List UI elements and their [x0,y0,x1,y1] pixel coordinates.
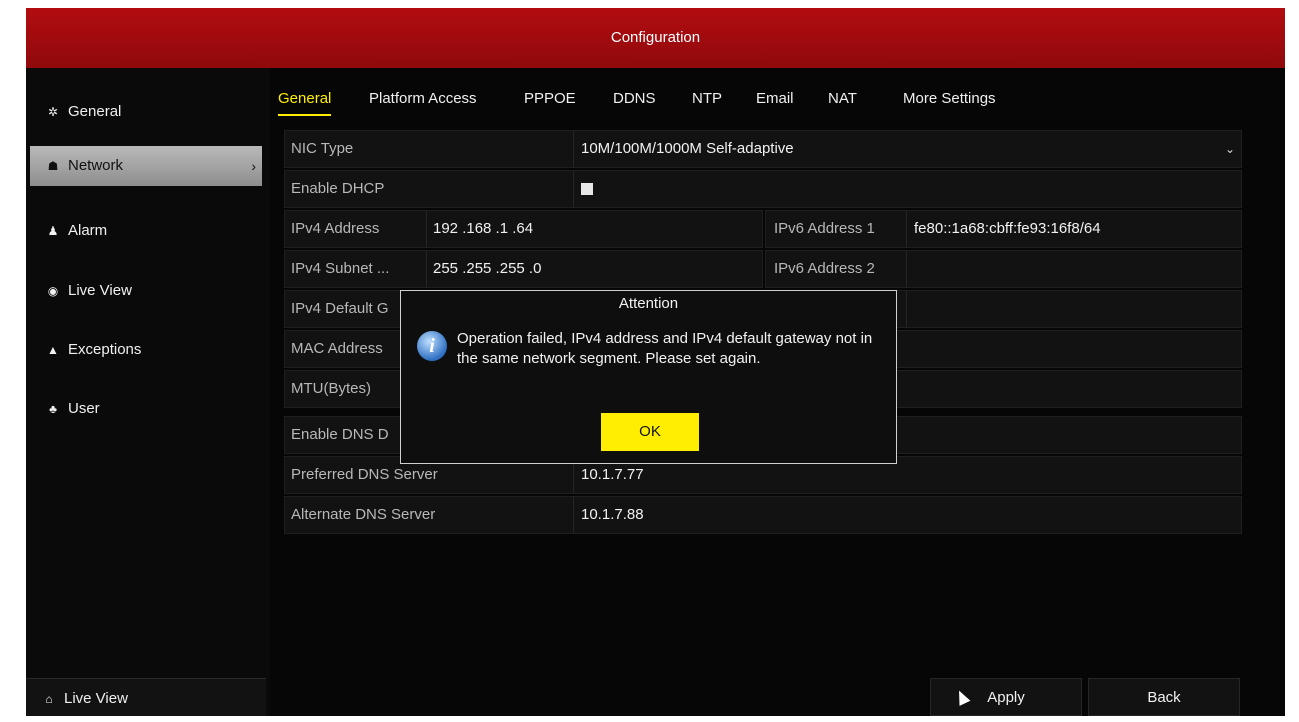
sidebar-item-label: User [68,400,100,417]
ipv4-address-field[interactable]: 192 .168 .1 .64 [433,211,533,247]
alternate-dns-label: Alternate DNS Server [291,506,436,523]
window-title: Configuration [26,8,1285,68]
live-view-link[interactable]: ⌂ Live View [26,679,258,716]
ipv6-address1-label: IPv6 Address 1 [774,220,875,237]
dialog-message: Operation failed, IPv4 address and IPv4 … [457,330,873,367]
nic-type-select[interactable]: 10M/100M/1000M Self-adaptive [581,131,794,167]
nic-type-label: NIC Type [291,140,354,157]
tab-platform-access[interactable]: Platform Access [369,84,477,114]
tab-ddns[interactable]: DDNS [613,84,656,114]
eye-icon: ◉ [47,284,59,298]
ipv6-address1-value: fe80::1a68:cbff:fe93:16f8/64 [914,220,1101,237]
dialog-title: Attention [618,295,679,312]
chevron-down-icon[interactable]: ⌄ [1225,131,1235,167]
ipv6-address1-row: IPv6 Address 1 fe80::1a68:cbff:fe93:16f8… [765,210,1242,248]
sidebar-item-exceptions[interactable]: ▲ Exceptions [30,330,262,370]
tab-pppoe[interactable]: PPPOE [524,84,576,114]
ipv6-address2-row: IPv6 Address 2 [765,250,1242,288]
mac-address-label: MAC Address [291,340,383,357]
ipv4-address-label: IPv4 Address [291,220,380,237]
sidebar-item-general[interactable]: ✲ General [30,92,262,132]
sidebar-item-live-view[interactable]: ◉ Live View [30,271,262,311]
users-icon: ♣ [49,402,57,416]
nic-type-row: NIC Type 10M/100M/1000M Self-adaptive ⌄ [284,130,1242,168]
chevron-right-icon: › [251,158,256,174]
back-button[interactable]: Back [1088,678,1240,716]
sidebar-item-user[interactable]: ♣ User [30,389,262,429]
sidebar-item-label: Exceptions [68,341,142,358]
tab-nat[interactable]: NAT [828,84,857,114]
ok-button[interactable]: OK [601,413,699,451]
ipv6-address2-label: IPv6 Address 2 [774,260,875,277]
alternate-dns-field[interactable]: 10.1.7.88 [581,497,644,533]
mtu-label: MTU(Bytes) [291,380,371,397]
apply-button[interactable]: Apply [930,678,1082,716]
warning-icon: ▲ [47,343,59,357]
sidebar-item-label: Alarm [68,222,108,239]
live-view-label: Live View [64,690,128,707]
home-icon: ⌂ [45,692,53,706]
enable-dhcp-row: Enable DHCP [284,170,1242,208]
alternate-dns-row: Alternate DNS Server 10.1.7.88 [284,496,1242,534]
ipv4-subnet-label: IPv4 Subnet ... [291,260,390,277]
sidebar-item-label: Live View [68,282,132,299]
info-icon: i [417,331,447,361]
configuration-window: Configuration ✲ General ☗ Network › ♟ Al… [26,8,1285,716]
attention-dialog: Attention i Operation failed, IPv4 addre… [400,290,897,464]
tab-more-settings[interactable]: More Settings [903,84,996,114]
sidebar-item-alarm[interactable]: ♟ Alarm [30,211,262,251]
network-icon: ☗ [47,159,59,173]
ipv4-subnet-row: IPv4 Subnet ... 255 .255 .255 .0 [284,250,763,288]
alarm-icon: ♟ [47,224,59,238]
tab-ntp[interactable]: NTP [692,84,722,114]
sidebar-item-label: Network [68,157,124,174]
tab-email[interactable]: Email [756,84,794,114]
enable-dns-dhcp-label: Enable DNS D [291,426,389,443]
ipv4-address-row: IPv4 Address 192 .168 .1 .64 [284,210,763,248]
sidebar-item-network[interactable]: ☗ Network › [30,146,262,186]
sidebar-live-view-button[interactable]: ⌂ Live View [26,678,266,716]
sidebar: ✲ General ☗ Network › ♟ Alarm ◉ Live Vie… [26,68,270,716]
gear-icon: ✲ [47,105,59,119]
ipv4-subnet-field[interactable]: 255 .255 .255 .0 [433,251,541,287]
sidebar-item-label: General [68,103,122,120]
enable-dhcp-label: Enable DHCP [291,180,385,197]
tab-general[interactable]: General [278,84,332,116]
enable-dhcp-checkbox[interactable] [581,183,593,195]
ipv4-default-gateway-label: IPv4 Default G [291,300,389,317]
